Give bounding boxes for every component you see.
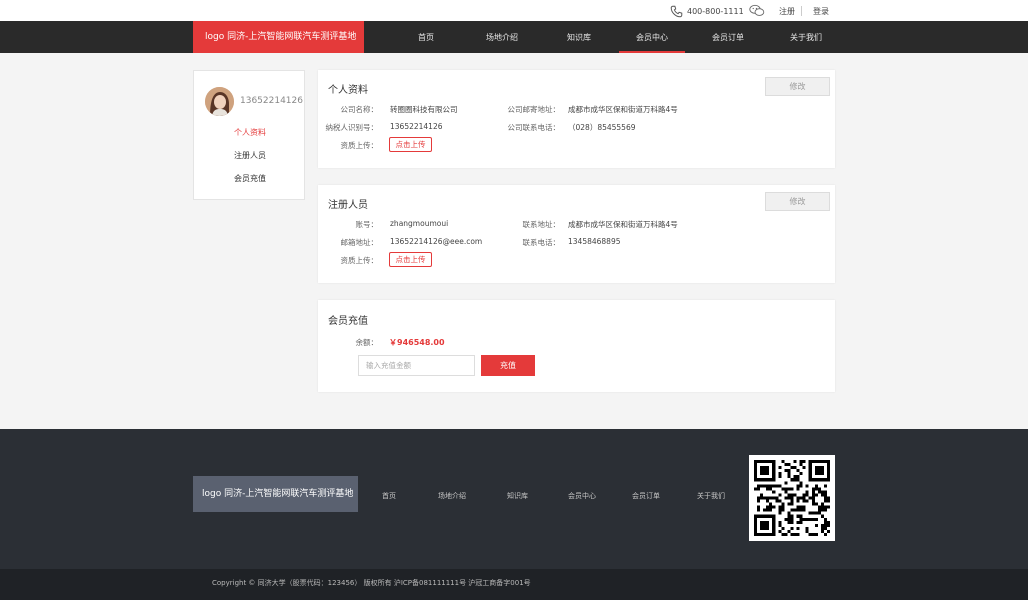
footer-link-venue[interactable]: 场地介绍	[438, 491, 466, 501]
edit-registrant-button[interactable]: 修改	[765, 192, 830, 211]
footer-link-knowledge[interactable]: 知识库	[507, 491, 528, 501]
upload-button[interactable]: 点击上传	[389, 137, 432, 152]
qualification-label: 资质上传：	[340, 256, 379, 265]
member-sidebar: 13652214126 个人资料 注册人员 会员充值	[193, 70, 305, 200]
divider	[801, 6, 802, 16]
qr-code	[749, 455, 835, 541]
balance-amount: ￥946548.00	[389, 338, 445, 347]
qualification-label: 资质上传：	[340, 141, 379, 150]
footer-link-member-orders[interactable]: 会员订单	[632, 491, 660, 501]
top-bar: 400-800-1111 注册 登录	[0, 0, 1028, 21]
company-name-label: 公司名称：	[340, 105, 379, 114]
tax-id-label: 纳税人识别号：	[325, 123, 379, 132]
registrant-panel: 注册人员 修改 账号： zhangmoumoui 联系地址： 成都市成华区保和街…	[318, 185, 835, 283]
tax-id: 13652214126	[390, 122, 443, 131]
copyright-bar: Copyright © 同济大学（股票代码：123456） 版权所有 沪ICP备…	[0, 569, 1028, 600]
register-link[interactable]: 注册	[779, 6, 795, 17]
footer: logo 同济-上汽智能网联汽车测评基地 首页 场地介绍 知识库 会员中心 会员…	[0, 429, 1028, 569]
edit-profile-button[interactable]: 修改	[765, 77, 830, 96]
hotline: 400-800-1111	[670, 4, 744, 18]
address: 成都市成华区保和街道万科路4号	[568, 220, 678, 229]
username: 13652214126	[240, 96, 303, 106]
nav-member-orders[interactable]: 会员订单	[706, 21, 750, 53]
login-link[interactable]: 登录	[813, 6, 829, 17]
phone-label: 联系电话：	[522, 238, 561, 247]
main-nav: logo 同济-上汽智能网联汽车测评基地 首页 场地介绍 知识库 会员中心 会员…	[0, 21, 1028, 53]
sidebar-item-registrants[interactable]: 注册人员	[194, 150, 306, 161]
nav-knowledge[interactable]: 知识库	[561, 21, 597, 53]
upload-button[interactable]: 点击上传	[389, 252, 432, 267]
nav-member-center[interactable]: 会员中心	[619, 21, 685, 53]
hotline-number: 400-800-1111	[687, 6, 744, 16]
footer-link-member-center[interactable]: 会员中心	[568, 491, 596, 501]
profile-panel: 个人资料 修改 公司名称： 转圈圈科技有限公司 公司邮寄地址： 成都市成华区保和…	[318, 70, 835, 168]
phone: 13458468895	[568, 237, 621, 246]
mail-address-label: 公司邮寄地址：	[507, 105, 561, 114]
account: zhangmoumoui	[390, 219, 449, 228]
balance-label: 余额：	[355, 338, 379, 347]
wechat-icon[interactable]	[749, 4, 765, 19]
copyright-text: Copyright © 同济大学（股票代码：123456） 版权所有 沪ICP备…	[212, 579, 531, 587]
email-label: 邮箱地址：	[340, 238, 379, 247]
company-phone-label: 公司联系电话：	[507, 123, 561, 132]
recharge-button[interactable]: 充值	[481, 355, 535, 376]
phone-icon	[670, 5, 683, 17]
footer-logo[interactable]: logo 同济-上汽智能网联汽车测评基地	[193, 476, 358, 512]
footer-link-home[interactable]: 首页	[382, 491, 396, 501]
company-phone: （028）85455569	[568, 123, 636, 132]
sidebar-item-recharge[interactable]: 会员充值	[194, 173, 306, 184]
recharge-panel: 会员充值 余额： ￥946548.00 充值	[318, 300, 835, 392]
account-label: 账号：	[355, 220, 379, 229]
recharge-amount-input[interactable]	[358, 355, 475, 376]
section-title: 注册人员	[328, 200, 368, 211]
email: 13652214126@eee.com	[390, 237, 483, 246]
nav-venue[interactable]: 场地介绍	[480, 21, 524, 53]
avatar	[205, 87, 234, 116]
company-name: 转圈圈科技有限公司	[390, 105, 458, 114]
mail-address: 成都市成华区保和街道万科路4号	[568, 105, 678, 114]
sidebar-item-profile[interactable]: 个人资料	[194, 127, 306, 138]
nav-home[interactable]: 首页	[408, 21, 444, 53]
section-title: 个人资料	[328, 85, 368, 96]
nav-about[interactable]: 关于我们	[784, 21, 828, 53]
site-logo[interactable]: logo 同济-上汽智能网联汽车测评基地	[193, 21, 364, 53]
footer-link-about[interactable]: 关于我们	[697, 491, 725, 501]
address-label: 联系地址：	[522, 220, 561, 229]
section-title: 会员充值	[328, 316, 368, 327]
